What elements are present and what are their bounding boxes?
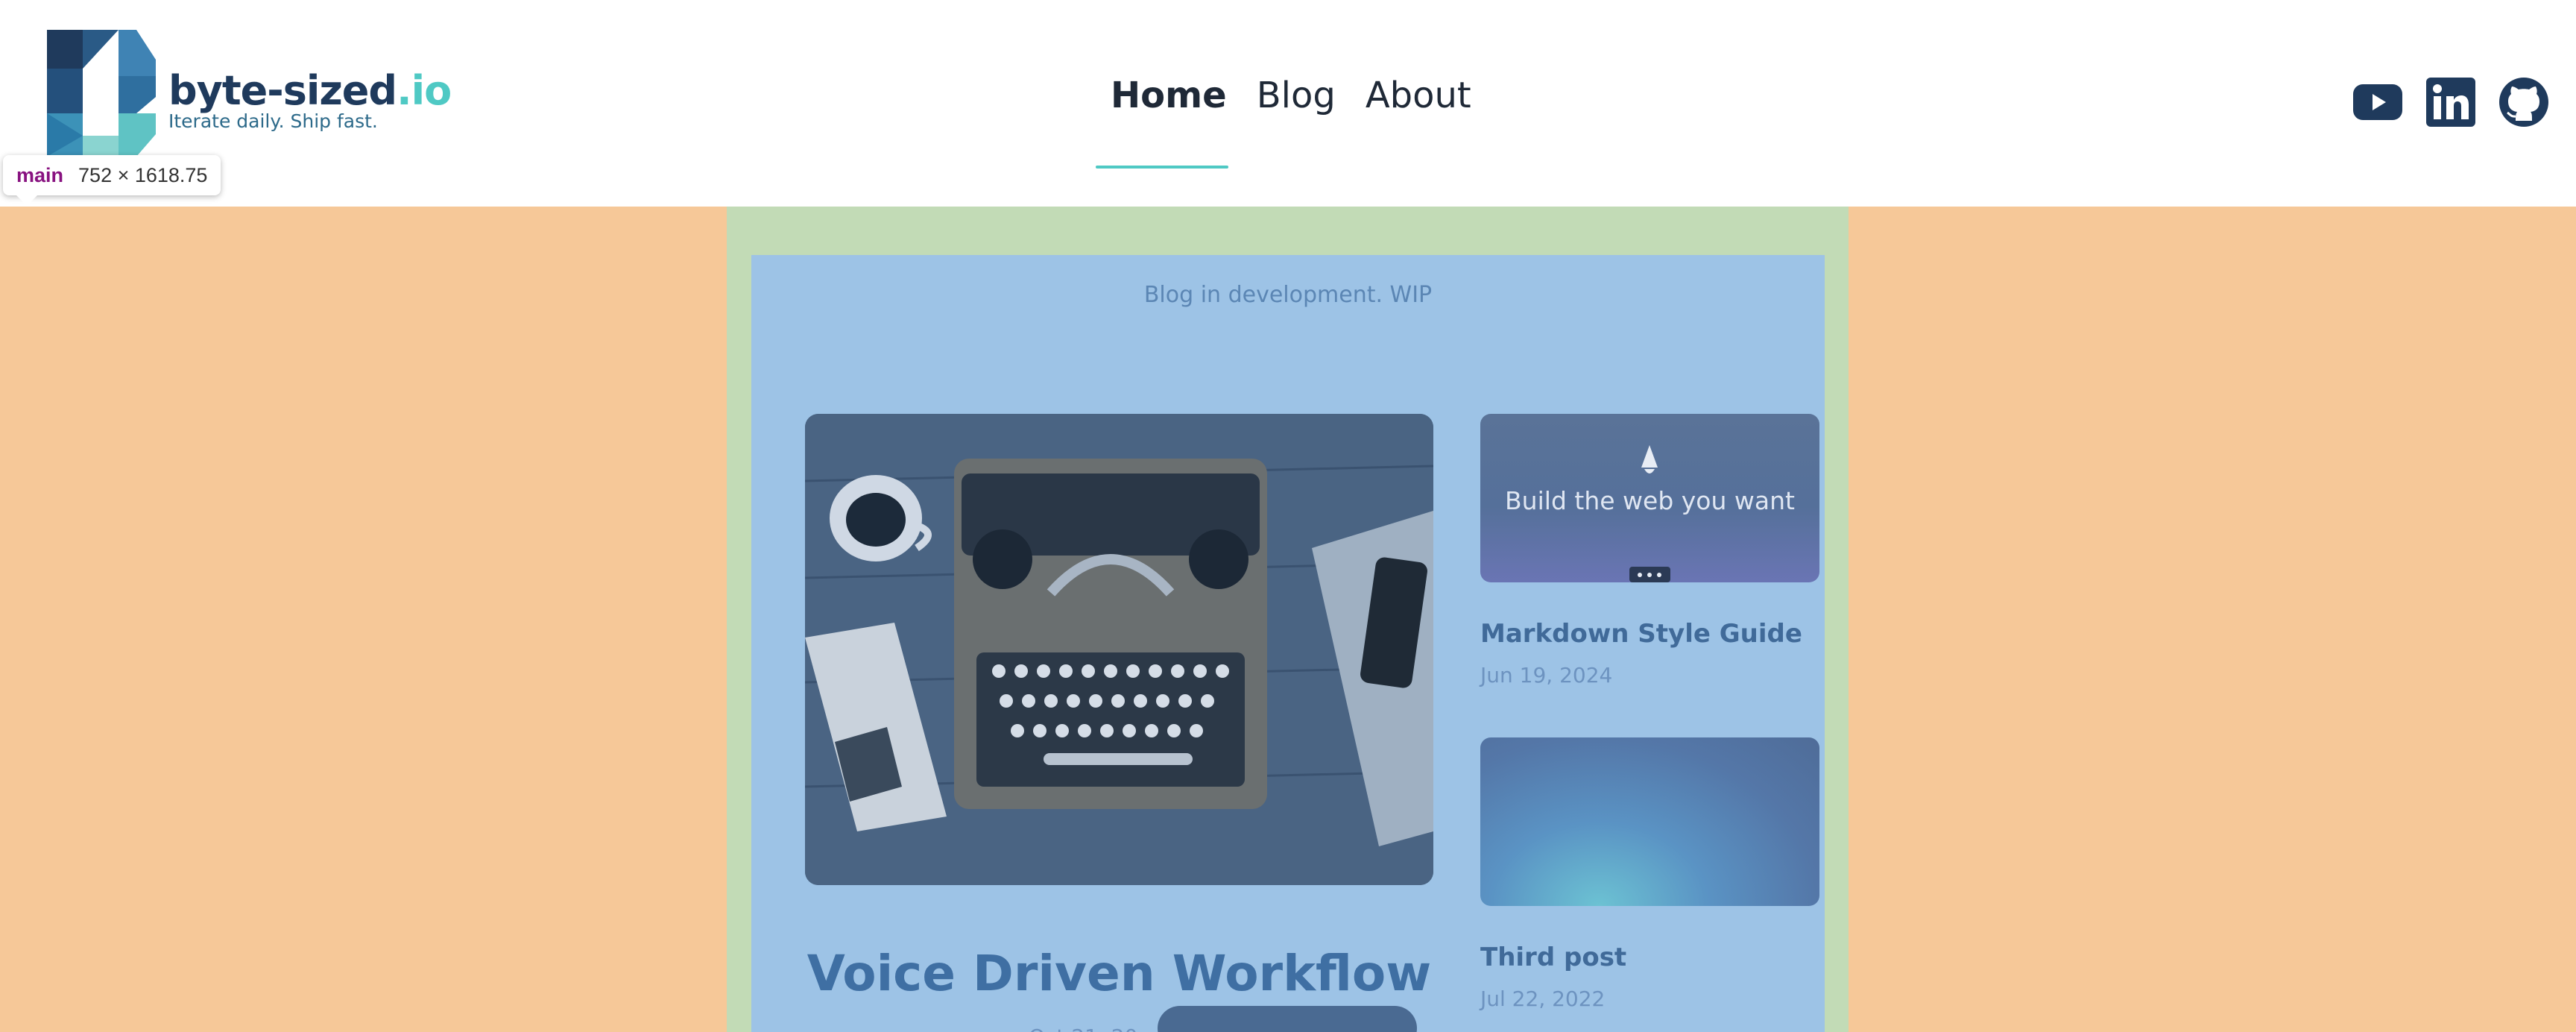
- side-post-image: [1480, 737, 1819, 906]
- side-post-title[interactable]: Third post: [1480, 943, 1626, 972]
- logo-icon: [47, 30, 156, 157]
- side-post-title[interactable]: Markdown Style Guide: [1480, 619, 1802, 649]
- youtube-icon: [2353, 84, 2402, 120]
- side-post-image-text: Build the web you want: [1505, 486, 1795, 515]
- main-nav: Home Blog About: [1111, 75, 1471, 116]
- side-post-date: Jun 19, 2024: [1480, 663, 1613, 688]
- page: byte-sized.io Iterate daily. Ship fast. …: [0, 0, 2576, 1032]
- featured-post-date: Oct 21, 20: [1029, 1025, 1137, 1032]
- wip-notice: Blog in development. WIP: [1143, 282, 1433, 308]
- nav-active-indicator: [1096, 166, 1228, 169]
- nav-blog[interactable]: Blog: [1257, 75, 1336, 116]
- side-post-image: Build the web you want: [1480, 414, 1819, 582]
- github-link[interactable]: [2499, 78, 2548, 127]
- typewriter-illustration: [805, 414, 1433, 885]
- devtools-tag-name: main: [16, 163, 64, 186]
- brand-domain-suffix: .io: [397, 67, 452, 114]
- featured-post-title[interactable]: Voice Driven Workflow: [805, 945, 1433, 1002]
- linkedin-link[interactable]: [2426, 78, 2475, 127]
- featured-post-image: [805, 414, 1433, 885]
- side-post-date: Jul 22, 2022: [1480, 987, 1606, 1011]
- devtools-tooltip-arrow: [16, 195, 37, 206]
- devtools-dimensions: 752 × 1618.75: [78, 163, 208, 186]
- site-header: byte-sized.io Iterate daily. Ship fast. …: [0, 0, 2576, 207]
- devtools-element-tooltip: main 752 × 1618.75: [3, 155, 221, 195]
- nav-home[interactable]: Home: [1111, 75, 1227, 116]
- main-content: Blog in development. WIP Voice Driven Wo…: [751, 255, 1825, 1032]
- floating-toolbar[interactable]: [1158, 1006, 1417, 1032]
- youtube-link[interactable]: [2353, 78, 2402, 127]
- nav-about[interactable]: About: [1366, 75, 1471, 116]
- github-icon: [2499, 78, 2548, 127]
- linkedin-icon: [2426, 78, 2475, 127]
- brand-tagline: Iterate daily. Ship fast.: [168, 110, 378, 132]
- brand-name-text: byte-sized: [168, 67, 397, 114]
- brand-name: byte-sized.io: [168, 67, 452, 114]
